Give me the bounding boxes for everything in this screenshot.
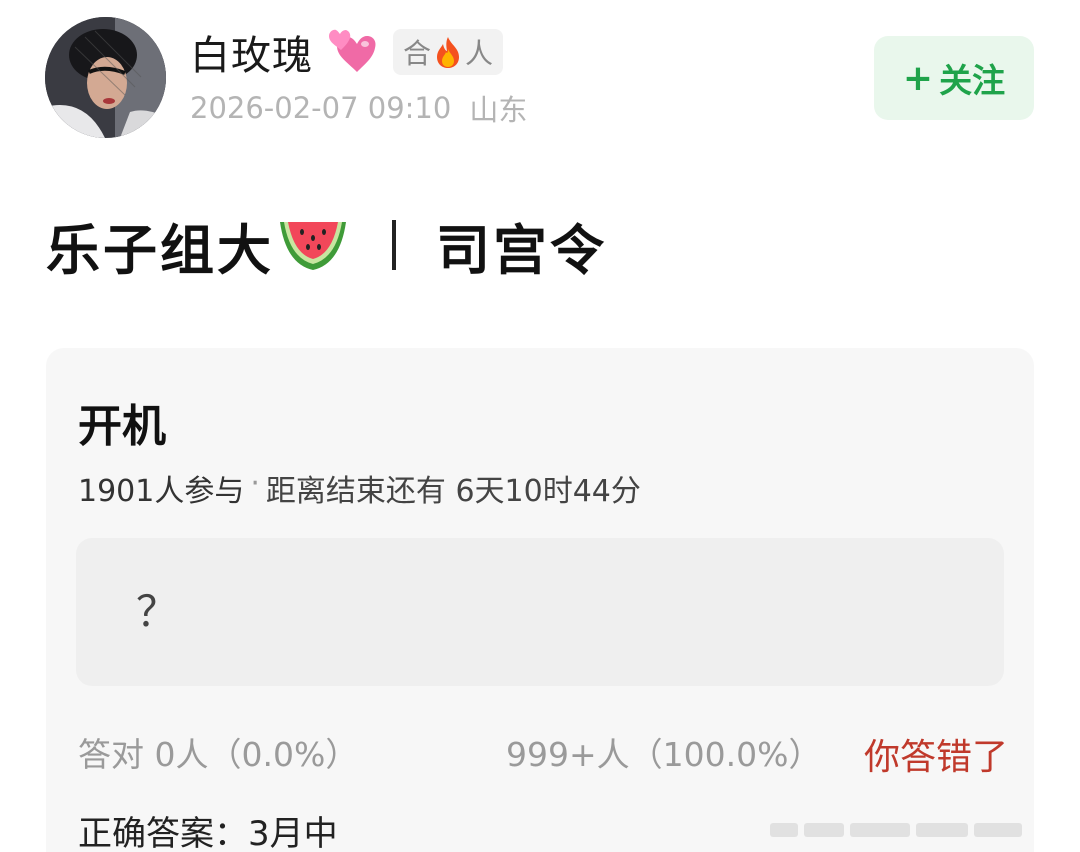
- quiz-meta-separator: ·: [250, 466, 260, 501]
- watermark-mark: [770, 823, 798, 837]
- post-page: 白玫瑰 合 人 2026-02-07 09:10 山东 + 关注 乐子组大 司宫…: [0, 0, 1080, 852]
- correct-stats: 答对 0人（0.0%）: [78, 735, 359, 774]
- post-location: 山东: [469, 93, 528, 127]
- result-label: 你答错了: [863, 737, 1008, 778]
- badge-right-text: 人: [465, 37, 494, 70]
- watermark: [770, 812, 1070, 848]
- user-badge: 合 人: [393, 29, 504, 75]
- avatar[interactable]: [45, 17, 166, 138]
- quiz-title: 开机: [78, 401, 166, 452]
- username[interactable]: 白玫瑰: [190, 23, 313, 81]
- quiz-card: 开机 1901人参与 · 距离结束还有 6天10时44分 ？ 答对 0人（0.0…: [46, 348, 1034, 852]
- watermark-mark: [850, 823, 910, 837]
- quiz-participants: 1901人参与: [78, 474, 245, 509]
- quiz-stats: 答对 0人（0.0%） 999+人（100.0%） 你答错了: [78, 728, 1008, 778]
- wrong-stats: 999+人（100.0%）: [506, 735, 822, 774]
- quiz-option[interactable]: ？: [76, 538, 1004, 686]
- plus-icon: +: [902, 57, 934, 99]
- quiz-option-text: ？: [136, 587, 179, 636]
- post-title-right: 司宫令: [436, 218, 607, 282]
- fire-icon: [433, 35, 463, 69]
- username-row: 白玫瑰 合 人: [190, 23, 504, 81]
- quiz-remaining-time: 距离结束还有 6天10时44分: [265, 474, 641, 509]
- two-hearts-icon: [327, 28, 379, 76]
- follow-button[interactable]: + 关注: [874, 36, 1034, 120]
- follow-label: 关注: [939, 61, 1006, 100]
- title-separator: [392, 220, 396, 270]
- post-title: 乐子组大 司宫令: [46, 205, 607, 285]
- badge-left-text: 合: [403, 37, 432, 70]
- watermark-mark: [974, 823, 1022, 837]
- watermark-mark: [916, 823, 968, 837]
- avatar-photo: [45, 17, 166, 138]
- post-timestamp: 2026-02-07 09:10: [190, 91, 452, 125]
- watermelon-icon: [276, 214, 350, 276]
- post-title-left: 乐子组大: [46, 218, 274, 282]
- post-meta: 2026-02-07 09:10 山东: [190, 86, 527, 130]
- watermark-mark: [804, 823, 844, 837]
- quiz-meta: 1901人参与 · 距离结束还有 6天10时44分: [78, 466, 641, 510]
- correct-answer: 正确答案：3月中: [78, 814, 338, 852]
